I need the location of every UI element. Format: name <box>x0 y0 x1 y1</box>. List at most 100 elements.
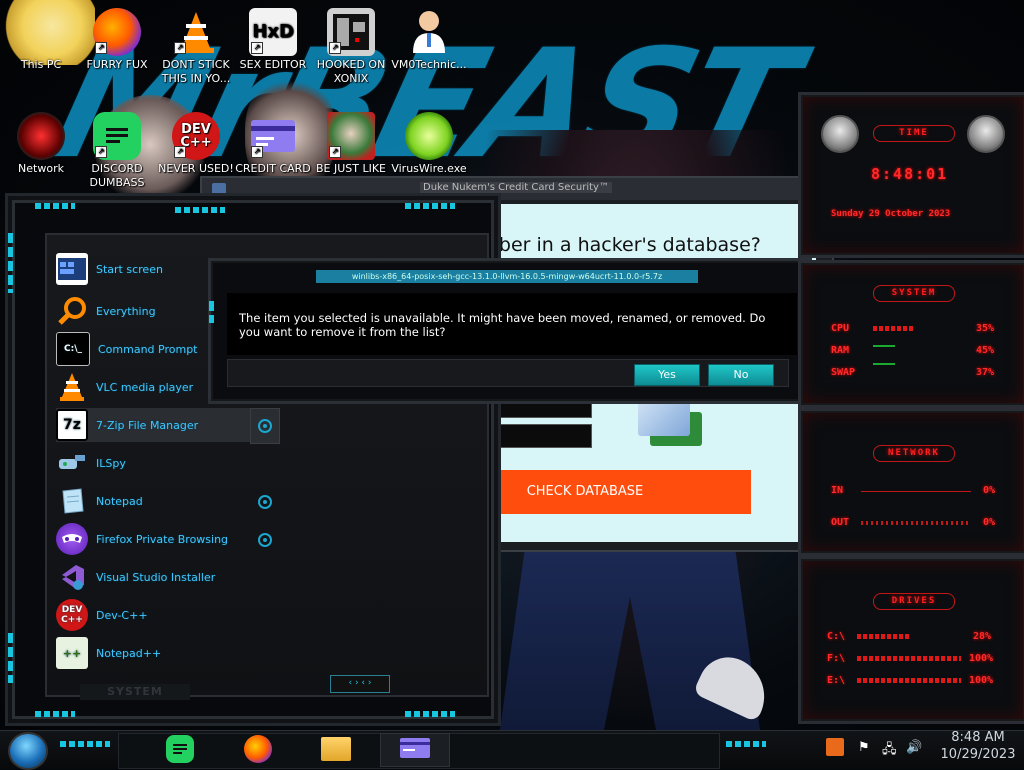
credit-card-icon: ↗ <box>249 112 297 160</box>
lime-icon <box>405 112 453 160</box>
hxd-icon: HxD ↗ <box>249 8 297 56</box>
xonix-icon: ↗ <box>327 8 375 56</box>
desktop-icon-hooked-on-xonix[interactable]: ↗ HOOKED ON XONIX <box>310 8 392 86</box>
desktop-icon-viruswire[interactable]: VirusWire.exe <box>388 112 470 176</box>
menu-item-label: Start screen <box>96 262 163 276</box>
check-database-button[interactable]: CHECK DATABASE <box>490 470 751 514</box>
start-menu-footer: SYSTEM <box>80 684 190 700</box>
firefox-icon <box>244 735 272 763</box>
ram-value: 45% <box>976 345 995 356</box>
menu-item-label: Command Prompt <box>98 342 198 356</box>
desktop-icon-sex-editor[interactable]: HxD ↗ SEX EDITOR <box>232 8 314 72</box>
private-browsing-icon <box>56 523 88 555</box>
pin-icon[interactable] <box>258 533 272 547</box>
desktop-icon-label: NEVER USED! <box>158 162 234 175</box>
no-button[interactable]: No <box>708 364 774 386</box>
menu-item-vs-installer[interactable]: Visual Studio Installer <box>56 560 276 594</box>
desktop-icon-be-just-like[interactable]: ↗ BE JUST LIKE <box>310 112 392 176</box>
menu-item-7zip[interactable]: 7z 7-Zip File Manager <box>56 408 276 442</box>
start-screen-icon <box>56 253 88 285</box>
desktop-icon-discord[interactable]: ↗ DISCORD DUMBASS <box>76 112 158 190</box>
menu-item-ilspy[interactable]: ILSpy <box>56 446 276 480</box>
menu-item-firefox-private[interactable]: Firefox Private Browsing <box>56 522 276 556</box>
network-tray-icon[interactable]: 🖧 <box>882 740 897 762</box>
this-pc-icon <box>17 8 65 56</box>
magnifier-icon <box>56 295 88 327</box>
menu-item-notepadpp[interactable]: ++ Notepad++ <box>56 636 276 670</box>
taskbar-accent <box>726 741 766 747</box>
desktop-icon-dont-stick[interactable]: ↗ DONT STICK THIS IN YO... <box>155 8 237 86</box>
7zip-icon: 7z <box>56 409 88 441</box>
time-gadget: TIME 8:48:01 Sunday 29 October 2023 <box>798 92 1024 258</box>
drive-e-label: E:\ <box>827 675 846 686</box>
drive-f-bar <box>857 656 961 661</box>
drives-gadget-title: DRIVES <box>873 593 955 610</box>
desktop-icon-this-pc[interactable]: This PC <box>0 8 82 72</box>
start-menu-arrows[interactable]: ‹ › ‹ › <box>330 675 390 693</box>
desktop-icon-label: CREDIT CARD <box>235 162 311 175</box>
desktop-icon-label: DONT STICK THIS IN YO... <box>161 58 231 85</box>
menu-item-label: 7-Zip File Manager <box>96 418 199 432</box>
desktop-icon-network[interactable]: Network <box>0 112 82 176</box>
taskbar-credit-card-button[interactable] <box>380 733 450 767</box>
clock-time: 8:48 AM <box>951 730 1005 745</box>
terminal-icon: C:\_ <box>56 332 90 366</box>
desktop-icon-label: Network <box>18 162 64 175</box>
desktop-icon-label: This PC <box>20 58 62 71</box>
net-in-label: IN <box>831 485 844 496</box>
alien-icon <box>967 115 1005 153</box>
time-gadget-title: TIME <box>873 125 955 142</box>
desktop-icon-label: VirusWire.exe <box>391 162 467 175</box>
taskbar-firefox-button[interactable] <box>240 733 276 765</box>
taskbar-discord-button[interactable] <box>162 733 198 765</box>
dialog-button-bar <box>227 359 789 387</box>
credit-card-image <box>638 402 690 436</box>
system-gadget: SYSTEM CPU 35% RAM 45% SWAP 37% <box>798 260 1024 408</box>
swap-value: 37% <box>976 367 995 378</box>
drive-f-value: 100% <box>969 653 994 664</box>
elf-icon: ↗ <box>327 112 375 160</box>
swap-label: SWAP <box>831 367 856 378</box>
discord-icon <box>166 735 194 763</box>
desktop-icon-vm0technic[interactable]: VM0Technic... <box>388 8 470 72</box>
menu-item-devcpp[interactable]: DEV C++ Dev-C++ <box>56 598 276 632</box>
network-icon <box>17 112 65 160</box>
menu-item-label: Everything <box>96 304 156 318</box>
drive-e-value: 100% <box>969 675 994 686</box>
desktop-icon-credit-card[interactable]: ↗ CREDIT CARD <box>232 112 314 176</box>
flag-icon[interactable]: ⚑ <box>858 740 870 755</box>
menu-item-notepad[interactable]: Notepad <box>56 484 276 518</box>
volume-icon[interactable]: 🔊 <box>906 740 922 755</box>
menu-item-label: ILSpy <box>96 456 126 470</box>
yes-button[interactable]: Yes <box>634 364 700 386</box>
frame-accent <box>405 203 455 209</box>
devcpp-icon: DEV C++ ↗ <box>172 112 220 160</box>
taskbar-explorer-button[interactable] <box>318 733 354 765</box>
gadget-date: Sunday 29 October 2023 <box>831 209 951 219</box>
firefox-icon: ↗ <box>93 8 141 56</box>
desktop-icon-furry-fux[interactable]: ↗ FURRY FUX <box>76 8 158 72</box>
taskbar <box>0 730 1024 769</box>
visual-studio-icon <box>56 561 88 593</box>
tray-app-icon[interactable] <box>826 738 844 756</box>
clock-date: 10/29/2023 <box>940 747 1016 762</box>
net-out-value: 0% <box>983 517 996 528</box>
net-in-graph <box>861 491 971 492</box>
frame-accent <box>175 207 225 213</box>
cpu-value: 35% <box>976 323 995 334</box>
notepadpp-icon: ++ <box>56 637 88 669</box>
drives-gadget: DRIVES C:\ 28% F:\ 100% E:\ 100% <box>798 556 1024 724</box>
gadget-time: 8:48:01 <box>871 165 949 183</box>
pin-icon[interactable] <box>258 419 272 433</box>
pin-icon[interactable] <box>258 495 272 509</box>
taskbar-accent <box>60 741 110 747</box>
desktop-icon-label: FURRY FUX <box>86 58 148 71</box>
taskbar-clock[interactable]: 8:48 AM 10/29/2023 <box>936 729 1020 763</box>
notepad-icon <box>56 485 88 517</box>
desktop-icon-never-used[interactable]: DEV C++ ↗ NEVER USED! <box>155 112 237 176</box>
menu-item-label: Firefox Private Browsing <box>96 532 229 546</box>
discord-icon: ↗ <box>93 112 141 160</box>
start-button[interactable] <box>8 732 48 770</box>
card-cvv-input[interactable] <box>490 424 592 448</box>
frame-accent <box>209 301 214 323</box>
